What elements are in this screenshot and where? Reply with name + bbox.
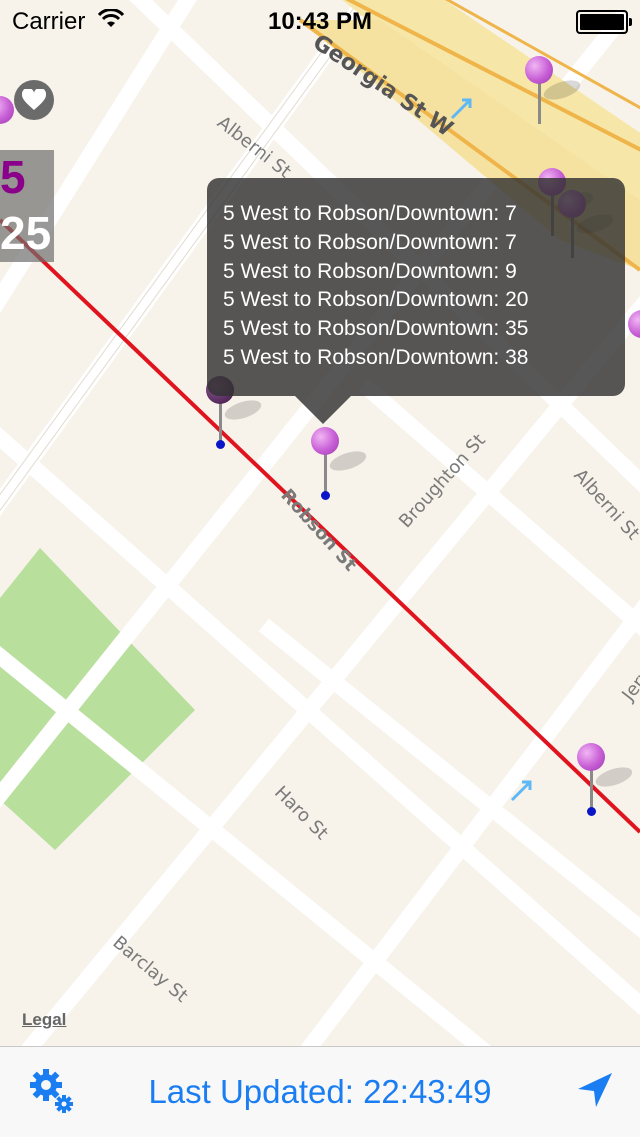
bus-stop-pin[interactable] xyxy=(577,743,635,823)
arrival-line: 5 West to Robson/Downtown: 38 xyxy=(223,346,529,369)
heart-icon xyxy=(22,89,46,110)
bus-stop-pin[interactable] xyxy=(628,310,640,390)
favorite-button[interactable] xyxy=(14,80,54,120)
route-minutes: 25 xyxy=(0,207,52,259)
callout-tip xyxy=(295,396,351,424)
arrival-callout[interactable]: 5 West to Robson/Downtown: 7 5 West to R… xyxy=(207,178,625,424)
route-indicator[interactable]: 5 25 xyxy=(0,150,54,262)
bottom-toolbar: Last Updated: 22:43:49 xyxy=(0,1046,640,1137)
arrival-line: 5 West to Robson/Downtown: 35 xyxy=(223,317,529,340)
route-number: 5 xyxy=(0,151,26,203)
bus-stop-pin[interactable] xyxy=(525,56,583,136)
location-arrow-icon[interactable] xyxy=(574,1071,614,1111)
status-bar: Carrier 10:43 PM xyxy=(0,0,640,40)
status-time: 10:43 PM xyxy=(267,8,373,35)
arrival-line: 5 West to Robson/Downtown: 7 xyxy=(223,202,517,225)
bus-stop-pin-selected[interactable] xyxy=(311,427,369,507)
arrival-line: 5 West to Robson/Downtown: 9 xyxy=(223,260,517,283)
arrival-line: 5 West to Robson/Downtown: 20 xyxy=(223,288,529,311)
battery-icon xyxy=(576,10,632,34)
last-updated-label: Last Updated: 22:43:49 xyxy=(148,1073,492,1110)
map-view[interactable]: Georgia St W Alberni St Alberni St Robso… xyxy=(0,0,640,1046)
arrival-line: 5 West to Robson/Downtown: 7 xyxy=(223,231,517,254)
legal-link[interactable]: Legal xyxy=(22,1010,66,1030)
